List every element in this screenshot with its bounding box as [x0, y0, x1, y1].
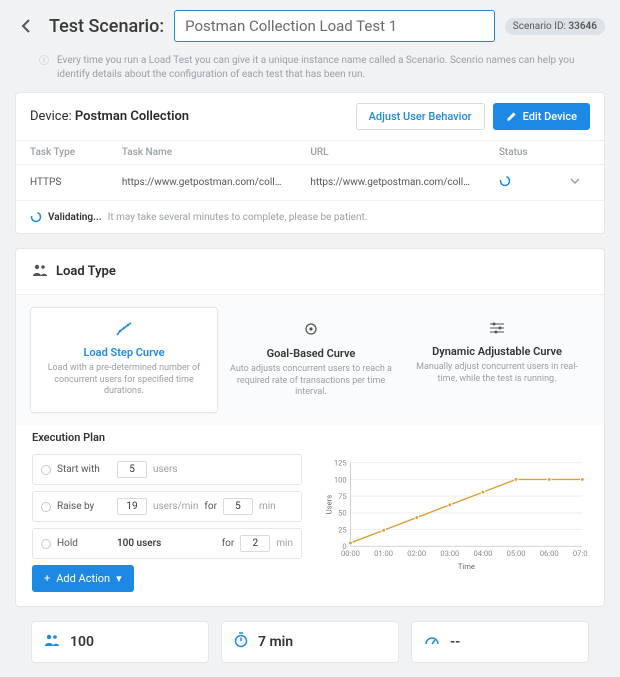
device-table: Task Type Task Name URL Status HTTPS htt…	[16, 140, 604, 200]
col-task-type: Task Type	[16, 141, 108, 165]
scenario-name-input[interactable]	[174, 10, 495, 42]
sliders-icon	[412, 321, 582, 339]
users-icon	[32, 263, 48, 280]
scenario-id-badge: Scenario ID: 33646	[505, 18, 605, 35]
load-type-card: Load Type Load Step Curve Load with a pr…	[15, 248, 605, 607]
svg-text:75: 75	[338, 492, 347, 501]
validating-row: Validating... It may take several minute…	[16, 200, 604, 233]
pencil-icon	[506, 111, 517, 122]
users-icon	[44, 633, 60, 651]
col-task-name: Task Name	[108, 141, 297, 165]
spinner-icon	[499, 175, 511, 187]
step-curve-icon	[39, 322, 209, 340]
svg-text:Time: Time	[458, 562, 475, 571]
plan-row-raise: Raise by 19 users/min for 5 min	[32, 491, 302, 522]
load-type-option-dynamic[interactable]: Dynamic Adjustable Curve Manually adjust…	[404, 307, 590, 413]
raise-duration-input[interactable]: 5	[223, 498, 253, 515]
info-icon: ⓘ	[39, 55, 49, 82]
col-url: URL	[296, 141, 485, 165]
back-button[interactable]	[15, 14, 39, 38]
plus-icon: +	[44, 572, 50, 585]
target-icon	[226, 321, 396, 341]
svg-text:125: 125	[334, 459, 347, 468]
stat-placeholder: --	[411, 621, 589, 663]
caret-down-icon: ▾	[116, 572, 122, 585]
execution-chart: 025507510012500:0001:0002:0003:0004:0005…	[322, 454, 588, 592]
stat-duration: 7 min	[221, 621, 399, 663]
load-type-title: Load Type	[56, 264, 116, 279]
plan-row-start: Start with 5 users	[32, 454, 302, 485]
step-dot-icon	[41, 539, 51, 549]
stat-users: 100	[31, 621, 209, 663]
edit-device-button[interactable]: Edit Device	[493, 103, 590, 130]
device-title: Device: Postman Collection	[30, 109, 189, 124]
execution-plan-title: Execution Plan	[32, 431, 588, 444]
raise-users-input[interactable]: 19	[117, 498, 147, 515]
add-action-button[interactable]: + Add Action ▾	[32, 565, 134, 592]
step-dot-icon	[41, 502, 51, 512]
plan-row-hold: Hold 100 users for 2 min	[32, 528, 302, 559]
table-row: HTTPS https://www.getpostman.com/collect…	[16, 165, 604, 201]
svg-text:Users: Users	[325, 495, 334, 514]
col-status: Status	[485, 141, 556, 165]
stopwatch-icon	[234, 632, 248, 652]
info-text: Every time you run a Load Test you can g…	[57, 54, 581, 82]
svg-text:50: 50	[338, 509, 347, 518]
gauge-icon	[424, 634, 440, 650]
load-type-option-step[interactable]: Load Step Curve Load with a pre-determin…	[30, 307, 218, 413]
step-dot-icon	[41, 465, 51, 475]
svg-text:100: 100	[334, 475, 347, 484]
load-type-option-goal[interactable]: Goal-Based Curve Auto adjusts concurrent…	[218, 307, 404, 413]
device-card: Device: Postman Collection Adjust User B…	[15, 92, 605, 234]
svg-text:25: 25	[338, 525, 347, 534]
chevron-down-icon	[570, 176, 580, 186]
hold-duration-input[interactable]: 2	[240, 535, 270, 552]
page-title: Test Scenario:	[49, 16, 164, 37]
status-spinner	[485, 165, 556, 201]
arrow-left-icon	[19, 18, 35, 34]
start-users-input[interactable]: 5	[117, 461, 147, 478]
adjust-user-behavior-button[interactable]: Adjust User Behavior	[356, 103, 485, 130]
spinner-icon	[30, 211, 42, 223]
expand-row-button[interactable]	[556, 165, 604, 201]
